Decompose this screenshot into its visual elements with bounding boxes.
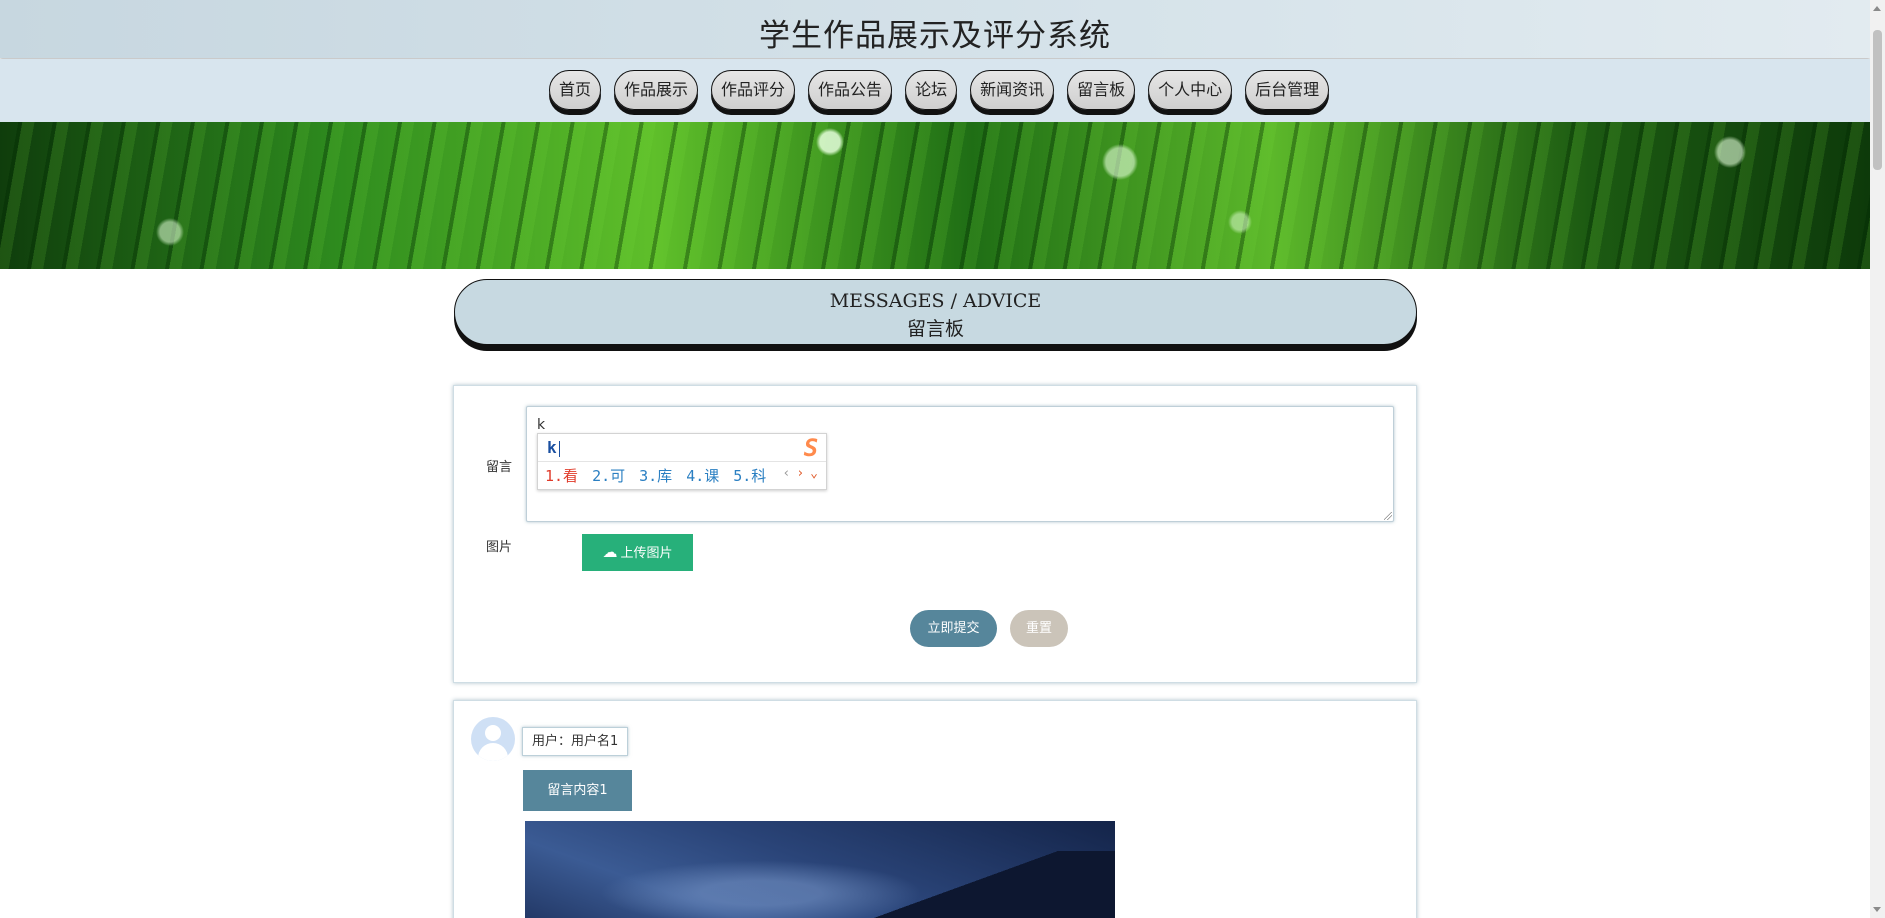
nav-item-message-board[interactable]: 留言板 <box>1067 70 1136 110</box>
page: 学生作品展示及评分系统 首页 作品展示 作品评分 作品公告 论坛 新闻资讯 留言… <box>0 0 1885 918</box>
ime-candidate[interactable]: 2.可 <box>592 465 625 486</box>
ime-candidate-window: k S 1.看 2.可 3.库 4.课 5.科 ‹ › ⌄ <box>537 433 827 490</box>
scroll-down-icon[interactable] <box>1873 907 1881 912</box>
nav-item-works-rating[interactable]: 作品评分 <box>711 70 796 110</box>
section-title-en: MESSAGES / ADVICE <box>829 290 1042 312</box>
nav-item-forum[interactable]: 论坛 <box>905 70 958 110</box>
message-content: 留言内容1 <box>523 770 632 811</box>
nav-item-personal-center[interactable]: 个人中心 <box>1148 70 1233 110</box>
nav-item-admin[interactable]: 后台管理 <box>1245 70 1330 110</box>
ime-candidate[interactable]: 5.科 <box>733 465 766 486</box>
message-label: 留言 <box>486 460 513 475</box>
ime-candidate[interactable]: 1.看 <box>545 465 578 486</box>
scrollbar-thumb[interactable] <box>1873 30 1882 170</box>
site-title: 学生作品展示及评分系统 <box>759 18 1111 54</box>
ime-next-icon[interactable]: › <box>796 466 804 481</box>
ime-composition: k <box>547 438 560 457</box>
ime-candidate[interactable]: 4.课 <box>686 465 719 486</box>
ime-logo-icon: S <box>803 434 819 462</box>
page-scrollbar[interactable] <box>1870 0 1885 918</box>
ime-page-nav: ‹ › ⌄ <box>783 466 818 481</box>
ime-candidate-list: 1.看 2.可 3.库 4.课 5.科 <box>545 465 766 486</box>
mountain-silhouette <box>855 851 1115 918</box>
nav-item-home[interactable]: 首页 <box>549 70 602 110</box>
message-user: 用户：用户名1 <box>522 727 629 756</box>
cloud-upload-icon: ☁ <box>602 543 618 561</box>
nav-item-works-notice[interactable]: 作品公告 <box>808 70 893 110</box>
upload-image-label: 上传图片 <box>620 546 673 561</box>
reset-button[interactable]: 重置 <box>1010 610 1068 647</box>
message-form: 留言 k k S 1.看 2.可 3.库 4.课 5.科 ‹ › ⌄ 图片 ☁ 上… <box>453 385 1417 683</box>
nav-item-news[interactable]: 新闻资讯 <box>970 70 1055 110</box>
nav-list: 首页 作品展示 作品评分 作品公告 论坛 新闻资讯 留言板 个人中心 后台管理 <box>549 70 1330 110</box>
image-label: 图片 <box>486 540 513 555</box>
section-title-bar: MESSAGES / ADVICE 留言板 <box>454 279 1417 345</box>
main-nav: 首页 作品展示 作品评分 作品公告 论坛 新闻资讯 留言板 个人中心 后台管理 <box>0 59 1870 122</box>
avatar <box>471 717 515 761</box>
banner-image <box>0 122 1870 269</box>
section-title-zh: 留言板 <box>906 318 964 340</box>
ime-candidate[interactable]: 3.库 <box>639 465 672 486</box>
submit-button[interactable]: 立即提交 <box>910 610 997 647</box>
nav-item-works-showcase[interactable]: 作品展示 <box>614 70 699 110</box>
ime-divider <box>538 461 826 462</box>
ime-expand-icon[interactable]: ⌄ <box>810 466 818 481</box>
textarea-resize-handle[interactable] <box>1384 512 1392 520</box>
site-header: 学生作品展示及评分系统 <box>0 0 1870 58</box>
ime-prev-icon[interactable]: ‹ <box>783 466 791 481</box>
upload-image-button[interactable]: ☁ 上传图片 <box>582 534 693 571</box>
message-image <box>525 821 1115 918</box>
ime-caret <box>558 440 560 457</box>
avatar-body <box>478 743 508 761</box>
message-item: 用户：用户名1 留言内容1 <box>453 700 1417 918</box>
avatar-head <box>485 725 501 741</box>
scroll-up-icon[interactable] <box>1873 6 1881 11</box>
